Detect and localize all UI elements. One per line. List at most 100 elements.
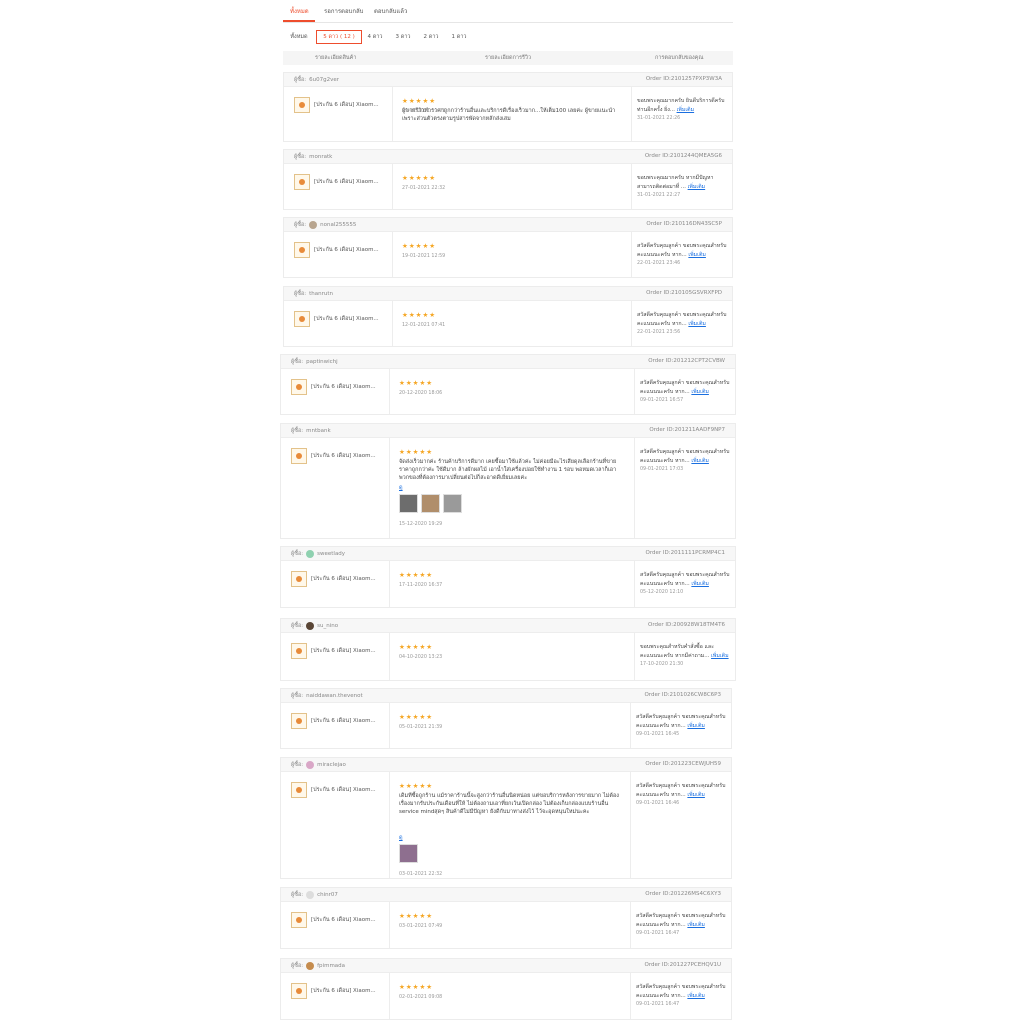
product-thumbnail[interactable] (294, 174, 310, 190)
filter-4-stars[interactable]: 4 ดาว (363, 30, 387, 44)
product-info: [ประกัน 6 เดือน] Xiaom... (294, 97, 379, 113)
column-divider (389, 368, 390, 414)
product-name[interactable]: [ประกัน 6 เดือน] Xiaom... (314, 178, 379, 186)
review-card-header: ผู้ซื้อ: naiddawan.thevenot Order ID:210… (281, 689, 731, 703)
review-photo-thumbnail[interactable] (399, 494, 418, 513)
reply-more-link[interactable]: เพิ่มเติม (687, 922, 705, 928)
review-photo-thumbnail[interactable] (399, 844, 418, 863)
buyer-username[interactable]: paptinwichj (306, 359, 338, 365)
product-thumbnail[interactable] (291, 912, 307, 928)
review-media-thumbnails (399, 844, 418, 863)
reply-more-link[interactable]: เพิ่มเติม (711, 653, 729, 659)
filter-5-stars[interactable]: 5 ดาว ( 12 ) (316, 30, 362, 44)
product-name[interactable]: [ประกัน 6 เดือน] Xiaom... (311, 575, 376, 583)
product-thumbnail[interactable] (294, 311, 310, 327)
filter-1-star[interactable]: 1 ดาว (447, 30, 471, 44)
buyer-username[interactable]: miraclejao (317, 762, 346, 768)
star-rating: ★★★★★ (399, 571, 434, 579)
order-id: Order ID:201226MS4C6XY3 (645, 891, 721, 897)
review-card: ผู้ซื้อ: nonal255555 Order ID:210116DN43… (283, 217, 733, 278)
reply-more-link[interactable]: เพิ่มเติม (691, 458, 709, 464)
buyer-info: ผู้ซื้อ: su_nino (291, 622, 338, 630)
reply-more-link[interactable]: เพิ่มเติม (688, 184, 706, 190)
buyer-username[interactable]: sweetlady (317, 551, 345, 557)
review-date: 12-01-2021 07:41 (402, 323, 446, 328)
buyer-info: ผู้ซื้อ: chinr07 (291, 891, 338, 899)
buyer-username[interactable]: monratk (309, 154, 332, 160)
product-info: [ประกัน 6 เดือน] Xiaom... (291, 713, 376, 729)
reply-more-link[interactable]: เพิ่มเติม (687, 993, 705, 999)
product-thumbnail[interactable] (291, 571, 307, 587)
product-name[interactable]: [ประกัน 6 เดือน] Xiaom... (311, 383, 376, 391)
reply-more-link[interactable]: เพิ่มเติม (691, 581, 709, 587)
product-name[interactable]: [ประกัน 6 เดือน] Xiaom... (314, 101, 379, 109)
review-photo-thumbnail[interactable] (443, 494, 462, 513)
product-name[interactable]: [ประกัน 6 เดือน] Xiaom... (314, 315, 379, 323)
star-filter-bar: ทั้งหมด 5 ดาว ( 12 ) 4 ดาว 3 ดาว 2 ดาว 1… (283, 30, 733, 44)
product-thumbnail[interactable] (291, 379, 307, 395)
tab-awaiting-reply[interactable]: รอการตอบกลับ (324, 6, 363, 16)
buyer-label: ผู้ซื้อ: (294, 222, 307, 228)
product-info: [ประกัน 6 เดือน] Xiaom... (291, 643, 376, 659)
view-media-link[interactable]: ดู (399, 484, 403, 492)
buyer-username[interactable]: chinr07 (317, 892, 338, 898)
buyer-username[interactable]: fpimmada (317, 963, 345, 969)
tab-all[interactable]: ทั้งหมด (290, 6, 309, 16)
product-name[interactable]: [ประกัน 6 เดือน] Xiaom... (311, 916, 376, 924)
product-thumbnail[interactable] (294, 97, 310, 113)
reply-more-link[interactable]: เพิ่มเติม (691, 389, 709, 395)
order-id: Order ID:201223CEWJUH59 (645, 761, 721, 767)
product-info: [ประกัน 6 เดือน] Xiaom... (291, 782, 376, 798)
column-divider (631, 231, 632, 277)
reply-date: 17-10-2020 21:30 (640, 662, 684, 667)
column-header: รายละเอียดสินค้า รายละเอียดการรีวิว การต… (283, 51, 733, 65)
product-thumbnail[interactable] (291, 643, 307, 659)
product-thumbnail[interactable] (291, 983, 307, 999)
buyer-info: ผู้ซื้อ: monratk (294, 153, 332, 161)
tab-replied[interactable]: ตอบกลับแล้ว (374, 6, 407, 16)
product-info: [ประกัน 6 เดือน] Xiaom... (294, 311, 379, 327)
product-name[interactable]: [ประกัน 6 เดือน] Xiaom... (314, 246, 379, 254)
column-divider (631, 300, 632, 346)
review-media-thumbnails (399, 494, 462, 513)
buyer-username[interactable]: mntbank (306, 428, 331, 434)
buyer-username[interactable]: nonal255555 (320, 222, 356, 228)
product-name[interactable]: [ประกัน 6 เดือน] Xiaom... (311, 717, 376, 725)
buyer-username[interactable]: thanrutn (309, 291, 333, 297)
column-divider (634, 368, 635, 414)
reply-more-link[interactable]: เพิ่มเติม (687, 723, 705, 729)
filter-3-stars[interactable]: 3 ดาว (391, 30, 415, 44)
seller-reply: สวัสดีครับคุณลูกค้า ขอบพระคุณสำหรับคะแนน… (640, 571, 730, 589)
seller-reply: ขอบพระคุณมากครับ หากมีปัญหาสามารถติดต่อม… (637, 174, 727, 192)
buyer-label: ผู้ซื้อ: (291, 762, 304, 768)
view-media-link[interactable]: ดู (399, 834, 403, 842)
product-name[interactable]: [ประกัน 6 เดือน] Xiaom... (311, 786, 376, 794)
review-card-header: ผู้ซื้อ: monratk Order ID:2101244QMEA5G6 (284, 150, 732, 164)
buyer-username[interactable]: su_nino (317, 623, 338, 629)
product-info: [ประกัน 6 เดือน] Xiaom... (291, 571, 376, 587)
column-divider (389, 771, 390, 878)
reply-date: 09-01-2021 16:47 (636, 1002, 680, 1007)
review-photo-thumbnail[interactable] (421, 494, 440, 513)
product-name[interactable]: [ประกัน 6 เดือน] Xiaom... (311, 452, 376, 460)
product-thumbnail[interactable] (291, 713, 307, 729)
buyer-info: ผู้ซื้อ: 6u07g2ver (294, 76, 339, 84)
reply-text: สวัสดีครับคุณลูกค้า ขอบพระคุณสำหรับคะแนน… (636, 714, 726, 729)
reply-more-link[interactable]: เพิ่มเติม (688, 252, 706, 258)
product-thumbnail[interactable] (291, 782, 307, 798)
buyer-avatar (306, 761, 315, 769)
product-thumbnail[interactable] (294, 242, 310, 258)
column-divider (389, 972, 390, 1019)
filter-all[interactable]: ทั้งหมด (283, 30, 315, 44)
buyer-username[interactable]: naiddawan.thevenot (306, 693, 363, 699)
buyer-username[interactable]: 6u07g2ver (309, 77, 339, 83)
reply-more-link[interactable]: เพิ่มเติม (677, 107, 695, 113)
product-thumbnail[interactable] (291, 448, 307, 464)
reply-more-link[interactable]: เพิ่มเติม (688, 321, 706, 327)
filter-2-stars[interactable]: 2 ดาว (419, 30, 443, 44)
reply-more-link[interactable]: เพิ่มเติม (687, 792, 705, 798)
column-divider (389, 901, 390, 948)
product-name[interactable]: [ประกัน 6 เดือน] Xiaom... (311, 647, 376, 655)
star-rating: ★★★★★ (402, 174, 437, 182)
product-name[interactable]: [ประกัน 6 เดือน] Xiaom... (311, 987, 376, 995)
